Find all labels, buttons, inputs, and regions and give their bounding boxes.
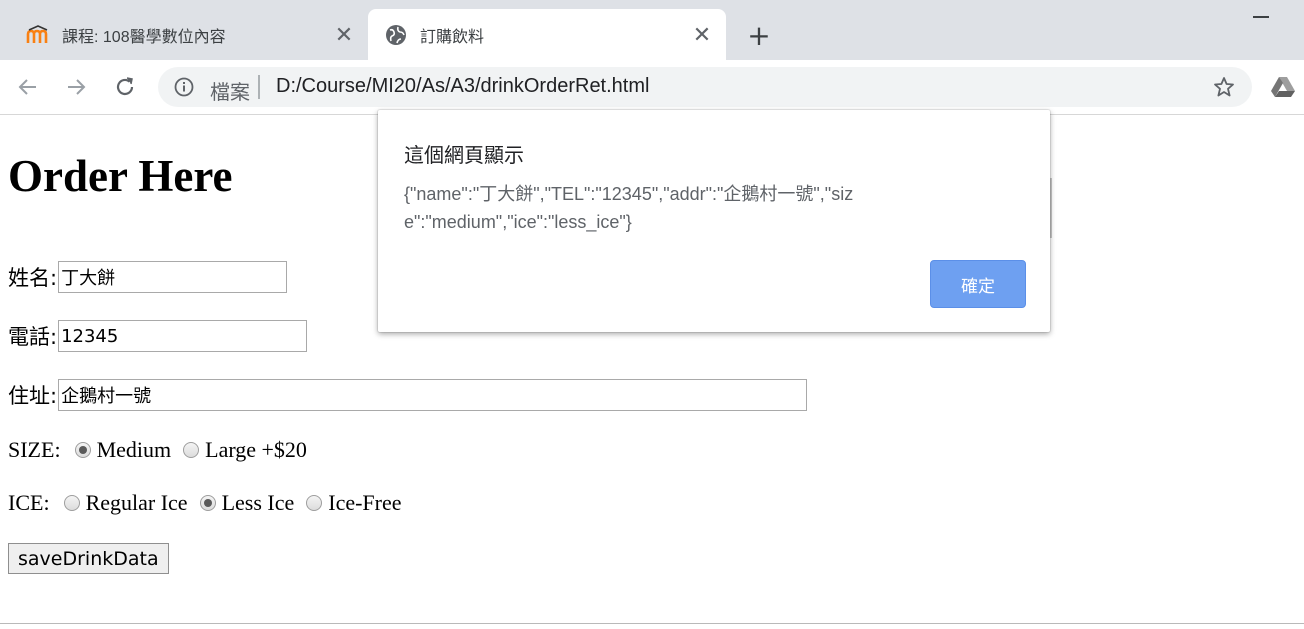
new-tab-plus-icon[interactable]: +	[744, 19, 774, 52]
google-drive-icon[interactable]	[1270, 75, 1296, 99]
ice-free-label[interactable]: Ice-Free	[328, 490, 401, 516]
forward-icon[interactable]	[61, 72, 91, 102]
info-icon[interactable]	[174, 77, 194, 97]
ice-less-label[interactable]: Less Ice	[222, 490, 295, 516]
tab-title: 訂購飲料	[420, 28, 485, 46]
tel-input[interactable]	[58, 320, 308, 352]
address-scheme: 檔案	[210, 80, 250, 104]
ice-label: ICE:	[8, 490, 50, 515]
name-label: 姓名:	[8, 266, 58, 290]
addr-label: 住址:	[8, 384, 58, 408]
minimize-icon[interactable]	[1253, 16, 1269, 18]
address-bar[interactable]: 檔案 D:/Course/MI20/As/A3/drinkOrderRet.ht…	[158, 67, 1252, 107]
size-medium-radio[interactable]	[74, 442, 91, 458]
dialog-message: {"name":"丁大餅","TEL":"12345","addr":"企鵝村一…	[404, 184, 854, 232]
globe-icon	[386, 24, 406, 45]
tab-course[interactable]: 課程: 108醫學數位內容 ✕	[0, 9, 368, 60]
browser-toolbar: 檔案 D:/Course/MI20/As/A3/drinkOrderRet.ht…	[0, 60, 1304, 115]
size-large-radio[interactable]	[183, 442, 200, 458]
dialog-ok-button[interactable]: 確定	[930, 260, 1026, 308]
dialog-edge-shadow	[1050, 178, 1052, 238]
tab-title: 課程: 108醫學數位內容	[62, 28, 226, 46]
tab-order-drink[interactable]: 訂購飲料 ✕	[368, 9, 726, 60]
name-input[interactable]	[58, 261, 288, 293]
ice-less-radio[interactable]	[199, 495, 216, 511]
addr-row: 住址:	[8, 379, 808, 411]
close-tab-icon[interactable]: ✕	[334, 23, 354, 45]
page-heading: Order Here	[8, 151, 233, 201]
size-medium-label[interactable]: Medium	[97, 437, 172, 463]
bookmark-star-icon[interactable]	[1212, 75, 1236, 99]
size-large-label[interactable]: Large +$20	[205, 437, 307, 463]
ice-regular-label[interactable]: Regular Ice	[86, 490, 188, 516]
address-url[interactable]: D:/Course/MI20/As/A3/drinkOrderRet.html	[276, 75, 649, 98]
back-icon[interactable]	[13, 72, 43, 102]
tel-row: 電話:	[8, 320, 308, 352]
close-tab-icon[interactable]: ✕	[692, 23, 712, 45]
ice-row: ICE: Regular Ice Less Ice Ice-Free	[8, 490, 402, 516]
alert-dialog: 這個網頁顯示 {"name":"丁大餅","TEL":"12345","addr…	[378, 110, 1050, 332]
dialog-title: 這個網頁顯示	[404, 143, 524, 167]
size-row: SIZE: Medium Large +$20	[8, 437, 307, 463]
moodle-icon	[26, 24, 48, 43]
address-divider	[258, 75, 260, 99]
addr-input[interactable]	[58, 379, 808, 411]
tel-label: 電話:	[8, 325, 58, 349]
reload-icon[interactable]	[110, 72, 140, 102]
size-label: SIZE:	[8, 437, 61, 462]
ice-regular-radio[interactable]	[63, 495, 80, 511]
tab-strip: 課程: 108醫學數位內容 ✕ 訂購飲料 ✕ +	[0, 0, 1304, 60]
ice-free-radio[interactable]	[306, 495, 323, 511]
name-row: 姓名:	[8, 261, 288, 293]
save-drink-data-button[interactable]: saveDrinkData	[8, 543, 169, 574]
window-bottom-border	[0, 623, 1304, 624]
